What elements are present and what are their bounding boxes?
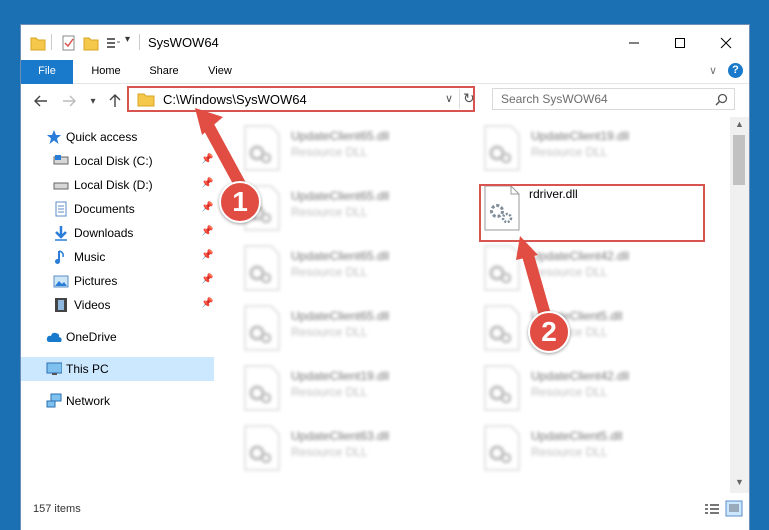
annotation-arrows <box>195 108 553 328</box>
callout-one: 1 <box>219 181 261 223</box>
callout-two: 2 <box>528 311 570 353</box>
arrow-one <box>199 114 248 194</box>
arrow-two-head <box>516 236 538 260</box>
